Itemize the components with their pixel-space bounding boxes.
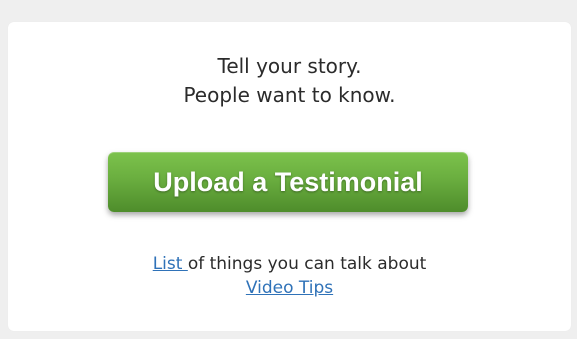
testimonial-card: Tell your story. People want to know. Up… xyxy=(8,22,571,331)
video-tips-line: Video Tips xyxy=(8,276,571,300)
list-link[interactable]: List xyxy=(153,254,188,274)
tagline-line-1: Tell your story. xyxy=(217,54,362,78)
upload-testimonial-button[interactable]: Upload a Testimonial xyxy=(108,152,468,212)
tagline-line-2: People want to know. xyxy=(183,83,396,107)
tagline: Tell your story. People want to know. xyxy=(8,52,571,110)
video-tips-link[interactable]: Video Tips xyxy=(246,278,333,298)
topics-text: of things you can talk about xyxy=(187,254,427,274)
help-links: List of things you can talk about Video … xyxy=(8,252,571,300)
topics-line: List of things you can talk about xyxy=(8,252,571,276)
